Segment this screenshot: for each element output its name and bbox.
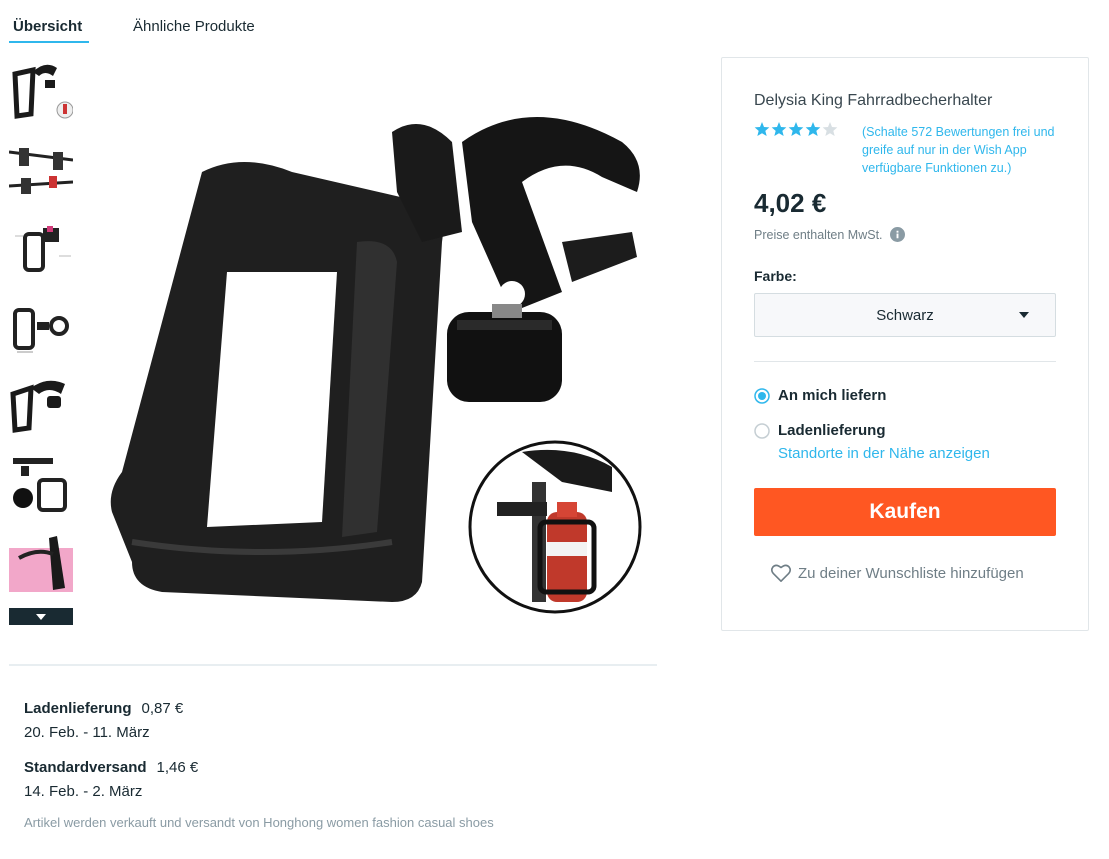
thumbnail-4[interactable] [9, 294, 73, 358]
delivery-option-label: An mich liefern [778, 387, 887, 404]
seller-note: Artikel werden verkauft und versandt von… [24, 815, 494, 830]
delivery-option-home[interactable]: An mich liefern [754, 387, 886, 404]
thumbnail-5[interactable] [9, 372, 73, 436]
star-empty-icon [822, 122, 838, 136]
info-icon[interactable] [889, 227, 905, 242]
shipping-name: Ladenlieferung [24, 700, 132, 717]
delivery-option-store[interactable]: Ladenlieferung [754, 422, 886, 439]
thumbnail-1[interactable] [9, 60, 73, 124]
tab-similar-products[interactable]: Ähnliche Produkte [133, 18, 255, 35]
delivery-option-label: Ladenlieferung [778, 422, 886, 439]
shipping-price: 0,87 € [141, 700, 184, 717]
shipping-name: Standardversand [24, 759, 147, 776]
thumbnail-scroll-down-button[interactable] [9, 608, 73, 625]
wishlist-label: Zu deiner Wunschliste hinzufügen [798, 564, 1024, 582]
thumbnail-2[interactable] [9, 138, 73, 202]
shipping-option-store: Ladenlieferung 0,87 € [24, 700, 183, 717]
product-main-image [92, 72, 662, 632]
tab-overview[interactable]: Übersicht [13, 18, 82, 35]
shipping-price: 1,46 € [156, 759, 199, 776]
color-select-value: Schwarz [876, 306, 934, 324]
shipping-option-standard: Standardversand 1,46 € [24, 759, 198, 776]
vat-note: Preise enthalten MwSt. [754, 227, 905, 242]
nearby-locations-link[interactable]: Standorte in der Nähe anzeigen [778, 445, 990, 462]
star-icon [788, 122, 804, 136]
star-icon [771, 122, 787, 136]
thumbnail-6[interactable] [9, 450, 73, 514]
color-select[interactable]: Schwarz [754, 293, 1056, 337]
radio-unselected-icon[interactable] [754, 422, 770, 439]
tab-active-underline [9, 41, 89, 43]
heart-icon [770, 564, 792, 582]
radio-selected-icon[interactable] [754, 387, 770, 404]
section-divider [9, 664, 657, 666]
star-icon [754, 122, 770, 136]
vat-note-text: Preise enthalten MwSt. [754, 227, 883, 242]
add-to-wishlist-button[interactable]: Zu deiner Wunschliste hinzufügen [770, 563, 1024, 583]
star-rating [754, 121, 838, 137]
thumbnail-7[interactable] [9, 528, 73, 592]
chevron-down-icon [1019, 312, 1029, 318]
panel-divider [754, 361, 1056, 362]
shipping-dates: 14. Feb. - 2. März [24, 783, 143, 800]
product-price: 4,02 € [754, 188, 827, 218]
color-label: Farbe: [754, 268, 797, 284]
purchase-panel: Delysia King Fahrradbecherhalter (Schalt… [721, 57, 1089, 631]
star-icon [805, 122, 821, 136]
thumbnail-3[interactable] [9, 216, 73, 280]
chevron-down-icon [36, 613, 46, 620]
shipping-dates: 20. Feb. - 11. März [24, 724, 150, 741]
buy-button[interactable]: Kaufen [754, 488, 1056, 536]
product-title: Delysia King Fahrradbecherhalter [754, 92, 993, 109]
rating-unlock-link[interactable]: (Schalte 572 Bewertungen frei und greife… [862, 123, 1067, 177]
